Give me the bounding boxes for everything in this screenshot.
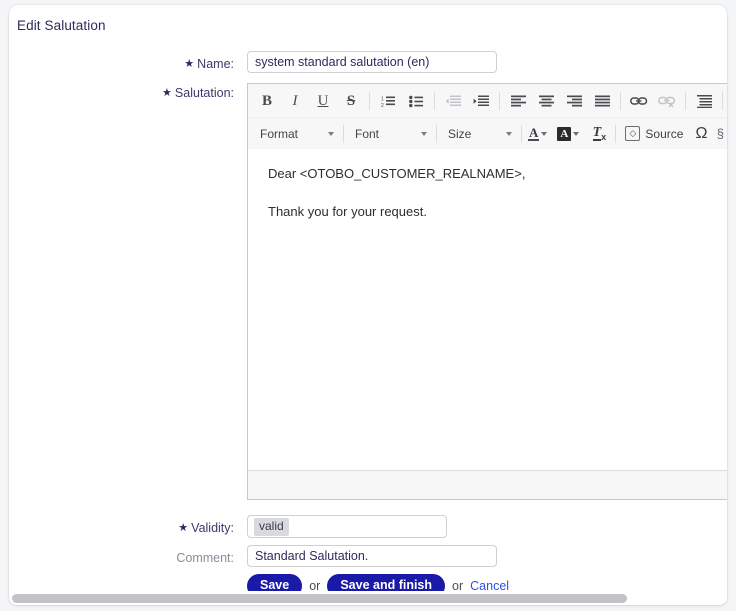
source-code-icon: ◇ — [625, 126, 640, 141]
editor-paragraph-1: Dear <OTOBO_CUSTOMER_REALNAME>, — [268, 166, 727, 183]
chevron-down-icon — [573, 132, 579, 136]
toolbar-separator — [436, 125, 437, 143]
format-dropdown-label: Format — [260, 127, 298, 141]
svg-text:2: 2 — [381, 103, 384, 108]
editor-toolbar: B I U S 12 — [248, 84, 727, 150]
remove-format-glyph: T — [593, 126, 602, 141]
remove-format-icon[interactable]: Tx — [587, 122, 611, 146]
source-button[interactable]: ◇ Source — [620, 122, 688, 146]
validity-select[interactable]: valid — [247, 515, 447, 538]
italic-icon[interactable]: I — [281, 89, 309, 113]
toolbar-separator — [620, 92, 621, 110]
strikethrough-icon[interactable]: S — [337, 89, 365, 113]
bold-icon[interactable]: B — [253, 89, 281, 113]
clipped-toolbar-item-icon[interactable]: § — [714, 122, 726, 146]
validity-label-text: Validity: — [191, 521, 234, 535]
comment-input[interactable] — [247, 545, 497, 567]
edit-salutation-card: Edit Salutation ★Name: ★Salutation: B I … — [9, 5, 727, 605]
editor-paragraph-2: Thank you for your request. — [268, 204, 727, 221]
toolbar-separator — [685, 92, 686, 110]
editor-status-bar — [248, 470, 727, 499]
size-dropdown-label: Size — [448, 127, 471, 141]
chevron-down-icon — [421, 132, 427, 136]
align-justify-icon[interactable] — [588, 89, 616, 113]
blockquote-icon[interactable] — [690, 89, 718, 113]
source-button-label: Source — [645, 127, 683, 141]
salutation-label: ★Salutation: — [14, 86, 234, 100]
chevron-down-icon — [541, 132, 547, 136]
toolbar-separator — [615, 125, 616, 143]
horizontal-scrollbar[interactable] — [9, 591, 727, 605]
required-marker: ★ — [178, 522, 188, 534]
toolbar-separator — [499, 92, 500, 110]
size-dropdown[interactable]: Size — [441, 122, 517, 146]
font-dropdown[interactable]: Font — [348, 122, 432, 146]
required-marker: ★ — [184, 58, 194, 70]
align-right-icon[interactable] — [560, 89, 588, 113]
increase-indent-icon[interactable] — [467, 89, 495, 113]
editor-content-area[interactable]: Dear <OTOBO_CUSTOMER_REALNAME>, Thank yo… — [248, 149, 727, 470]
decrease-indent-icon[interactable] — [439, 89, 467, 113]
name-label-text: Name: — [197, 57, 234, 71]
editor-toolbar-row-1: B I U S 12 — [248, 85, 727, 117]
required-marker: ★ — [162, 87, 172, 99]
link-icon[interactable] — [625, 89, 653, 113]
unlink-icon[interactable] — [653, 89, 681, 113]
bulleted-list-icon[interactable] — [402, 89, 430, 113]
salutation-rich-text-editor[interactable]: B I U S 12 — [247, 83, 727, 500]
text-color-icon: A — [528, 126, 539, 141]
name-input[interactable] — [247, 51, 497, 73]
toolbar-separator — [722, 92, 723, 110]
validity-label: ★Validity: — [14, 521, 234, 535]
numbered-list-icon[interactable]: 12 — [374, 89, 402, 113]
page-title: Edit Salutation — [17, 18, 106, 33]
background-color-icon: A — [557, 127, 571, 141]
comment-label-text: Comment: — [176, 551, 234, 565]
underline-icon[interactable]: U — [309, 89, 337, 113]
horizontal-scrollbar-thumb[interactable] — [12, 594, 627, 603]
svg-text:1: 1 — [381, 96, 384, 102]
background-color-button[interactable]: A — [555, 122, 581, 146]
toolbar-separator — [434, 92, 435, 110]
salutation-label-text: Salutation: — [175, 86, 234, 100]
align-center-icon[interactable] — [532, 89, 560, 113]
page-root: Edit Salutation ★Name: ★Salutation: B I … — [0, 0, 736, 611]
align-left-icon[interactable] — [504, 89, 532, 113]
toolbar-separator — [369, 92, 370, 110]
remove-format-subscript: x — [601, 132, 606, 142]
chevron-down-icon — [506, 132, 512, 136]
toolbar-separator — [343, 125, 344, 143]
name-label: ★Name: — [14, 57, 234, 71]
text-color-button[interactable]: A — [526, 122, 549, 146]
format-dropdown[interactable]: Format — [253, 122, 339, 146]
comment-label: Comment: — [14, 551, 234, 565]
editor-toolbar-row-2: Format Font Size A — [248, 117, 727, 149]
font-dropdown-label: Font — [355, 127, 379, 141]
special-character-icon[interactable]: Ω — [688, 122, 714, 146]
toolbar-separator — [521, 125, 522, 143]
chevron-down-icon — [328, 132, 334, 136]
validity-selected-value: valid — [254, 518, 289, 536]
